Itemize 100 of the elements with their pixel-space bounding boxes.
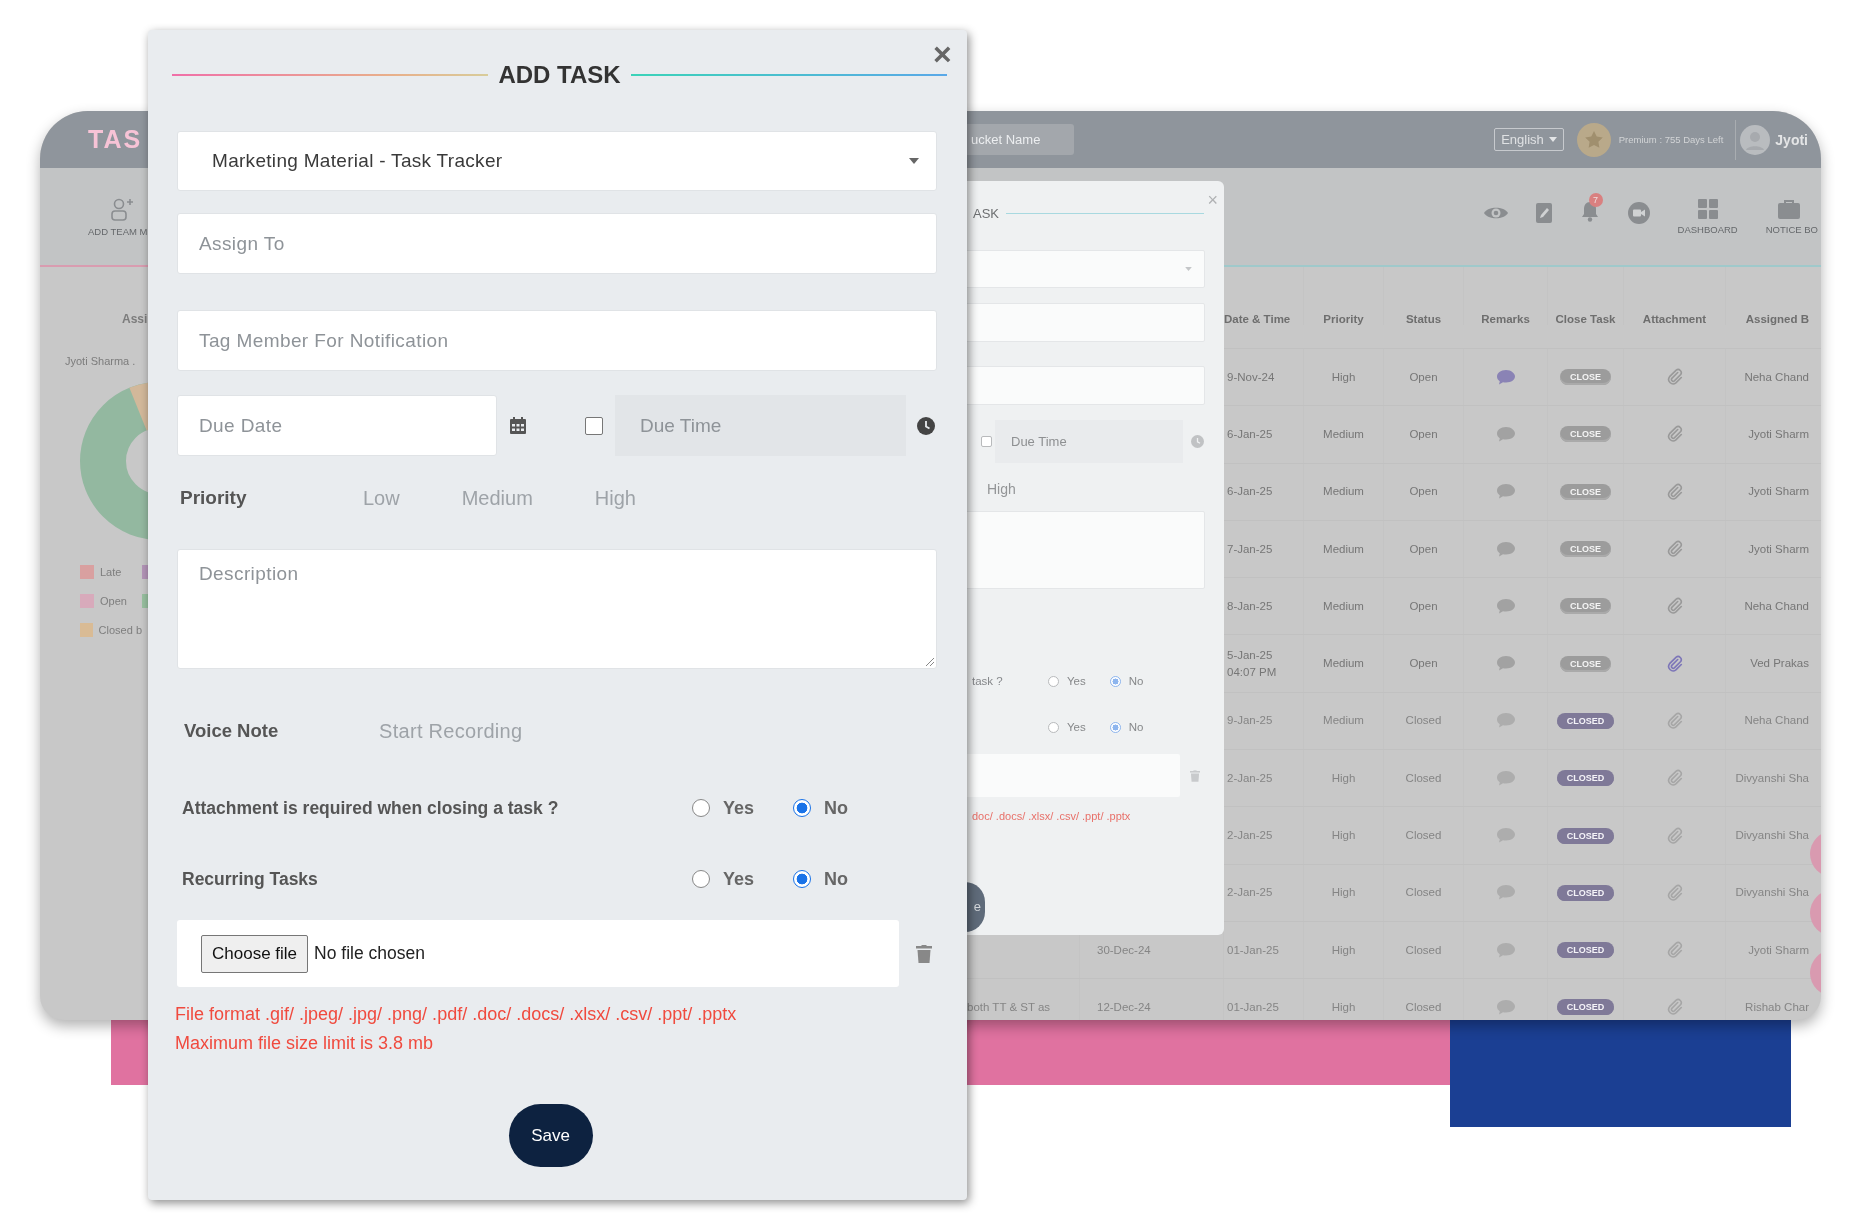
trash-icon[interactable] — [916, 944, 932, 963]
language-dropdown[interactable]: English — [1494, 128, 1564, 151]
radio-label: Yes — [723, 868, 755, 890]
paperclip-icon[interactable] — [1665, 711, 1684, 730]
paperclip-icon[interactable] — [1665, 654, 1684, 673]
due-time-field[interactable]: Due Time — [615, 395, 906, 456]
close-task-button[interactable]: CLOSE — [1560, 598, 1611, 615]
speech-bubble-icon[interactable] — [1495, 998, 1516, 1016]
speech-bubble-icon[interactable] — [1495, 597, 1516, 615]
table-cell-text: Neha Chand — [1744, 713, 1809, 729]
start-recording-link[interactable]: Start Recording — [379, 719, 523, 743]
close-task-button[interactable]: CLOSED — [1556, 942, 1615, 959]
description-field[interactable]: Description — [177, 549, 937, 669]
file-format-note: doc/ .docs/ .xlsx/ .csv/ .ppt/ .pptx — [971, 810, 1132, 822]
close-button[interactable]: × — [933, 38, 952, 70]
trash-icon[interactable] — [1190, 769, 1200, 782]
speech-bubble-icon[interactable] — [1495, 884, 1516, 902]
table-cell-text: 2-Jan-25 — [1227, 828, 1273, 843]
speech-bubble-icon[interactable] — [1495, 540, 1516, 558]
pencil-icon[interactable] — [1535, 202, 1552, 223]
priority-option[interactable]: Medium — [461, 486, 533, 510]
choose-file-button[interactable]: Choose file — [201, 934, 309, 973]
paperclip-icon[interactable] — [1665, 482, 1684, 501]
speech-bubble-icon[interactable] — [1495, 769, 1516, 787]
radio-button[interactable] — [692, 870, 710, 888]
priority-option[interactable]: High — [594, 486, 636, 510]
tag-member-field[interactable]: Tag Member For Notification — [177, 310, 937, 371]
table-cell-text: 2-Jan-25 — [1227, 885, 1273, 901]
file-status: No file chosen — [314, 943, 425, 964]
due-date-field[interactable]: Due Date — [177, 395, 497, 456]
toolbar-label[interactable]: ADD TEAM M — [88, 225, 148, 237]
calendar-icon[interactable] — [510, 417, 526, 434]
close-task-button[interactable]: CLOSED — [1556, 712, 1615, 729]
close-task-button[interactable]: CLOSE — [1560, 369, 1611, 386]
radio-button[interactable] — [1109, 721, 1121, 733]
priority-option[interactable]: Low — [363, 486, 400, 510]
table-cell-text: Neha Chand — [1744, 369, 1809, 385]
video-call-icon[interactable] — [1627, 201, 1650, 224]
speech-bubble-icon[interactable] — [1495, 827, 1516, 844]
speech-bubble-icon[interactable] — [1495, 712, 1516, 730]
paperclip-icon[interactable] — [1665, 998, 1684, 1017]
table-cell-text: Jyoti Sharm — [1748, 484, 1809, 500]
speech-bubble-icon[interactable] — [1495, 655, 1516, 673]
table-cell-text: Open — [1409, 426, 1438, 442]
question-label: Attachment is required when closing a task ? — [182, 797, 560, 819]
radio-button[interactable] — [1109, 675, 1121, 687]
bucket-name-field[interactable]: ucket Name — [967, 124, 1074, 155]
close-task-button[interactable]: CLOSED — [1556, 827, 1615, 844]
paperclip-icon[interactable] — [1665, 941, 1684, 960]
paperclip-icon[interactable] — [1665, 368, 1684, 387]
speech-bubble-icon[interactable] — [1495, 483, 1516, 501]
close-task-button[interactable]: CLOSED — [1556, 884, 1615, 901]
close-task-button[interactable]: CLOSED — [1556, 770, 1615, 787]
briefcase-icon[interactable] — [1777, 198, 1800, 219]
save-button[interactable]: Save — [508, 1104, 593, 1167]
radio-button[interactable] — [1048, 675, 1059, 687]
table-cell-text: Open — [1409, 598, 1438, 614]
paperclip-icon[interactable] — [1665, 769, 1684, 788]
radio-button[interactable] — [1048, 721, 1059, 733]
toolbar-label[interactable]: NOTICE BO — [1765, 223, 1818, 235]
radio-button[interactable] — [692, 799, 710, 817]
checkbox[interactable] — [981, 436, 992, 447]
table-cell-text: 7-Jan-25 — [1227, 541, 1273, 557]
close-task-button[interactable]: CLOSE — [1560, 655, 1611, 672]
table-cell-text: Medium — [1323, 484, 1364, 500]
clock-icon[interactable] — [917, 416, 935, 435]
table-cell-text: Open — [1409, 369, 1438, 385]
speech-bubble-icon[interactable] — [1495, 368, 1516, 386]
table-cell-text: Neha Chand — [1744, 598, 1809, 614]
radio-button[interactable] — [793, 799, 812, 817]
notification-badge: 7 — [1588, 192, 1603, 207]
paperclip-icon[interactable] — [1665, 425, 1684, 444]
paperclip-icon[interactable] — [1665, 826, 1684, 845]
table-cell-text: Divyanshi Sha — [1735, 770, 1809, 786]
table-cell-text: Medium — [1323, 713, 1364, 729]
table-cell-text: Medium — [1323, 426, 1364, 442]
time-field[interactable]: Due Time — [995, 420, 1183, 463]
close-task-button[interactable]: CLOSE — [1560, 541, 1611, 558]
legend-label: Closed b — [98, 624, 142, 636]
table-cell-text: Closed — [1405, 770, 1442, 786]
toolbar-label[interactable]: DASHBOARD — [1677, 223, 1738, 235]
checkbox[interactable] — [585, 416, 603, 435]
close-task-button[interactable]: CLOSED — [1556, 999, 1615, 1016]
person-plus-icon[interactable] — [110, 196, 134, 221]
file-note: File format .gif/ .jpeg/ .jpg/ .png/ .pdf/ .doc/ .docs/ .xlsx/ .csv/ .ppt/ .pptx — [175, 1004, 738, 1025]
paperclip-icon[interactable] — [1665, 597, 1684, 616]
speech-bubble-icon[interactable] — [1495, 425, 1516, 443]
close-task-button[interactable]: CLOSE — [1560, 426, 1611, 443]
paperclip-icon[interactable] — [1665, 540, 1684, 559]
grid-icon[interactable] — [1697, 198, 1718, 219]
project-select[interactable]: Marketing Material - Task Tracker — [177, 131, 937, 191]
assign-to-field[interactable]: Assign To — [177, 213, 937, 274]
close-task-button[interactable]: CLOSE — [1560, 483, 1611, 500]
paperclip-icon[interactable] — [1665, 883, 1684, 902]
radio-label: Yes — [1067, 675, 1086, 687]
logo-text: TAS — [88, 125, 143, 153]
radio-button[interactable] — [793, 870, 812, 888]
user-name[interactable]: Jyoti — [1775, 131, 1808, 148]
close-button[interactable]: × — [1207, 189, 1218, 211]
speech-bubble-icon[interactable] — [1495, 941, 1516, 959]
